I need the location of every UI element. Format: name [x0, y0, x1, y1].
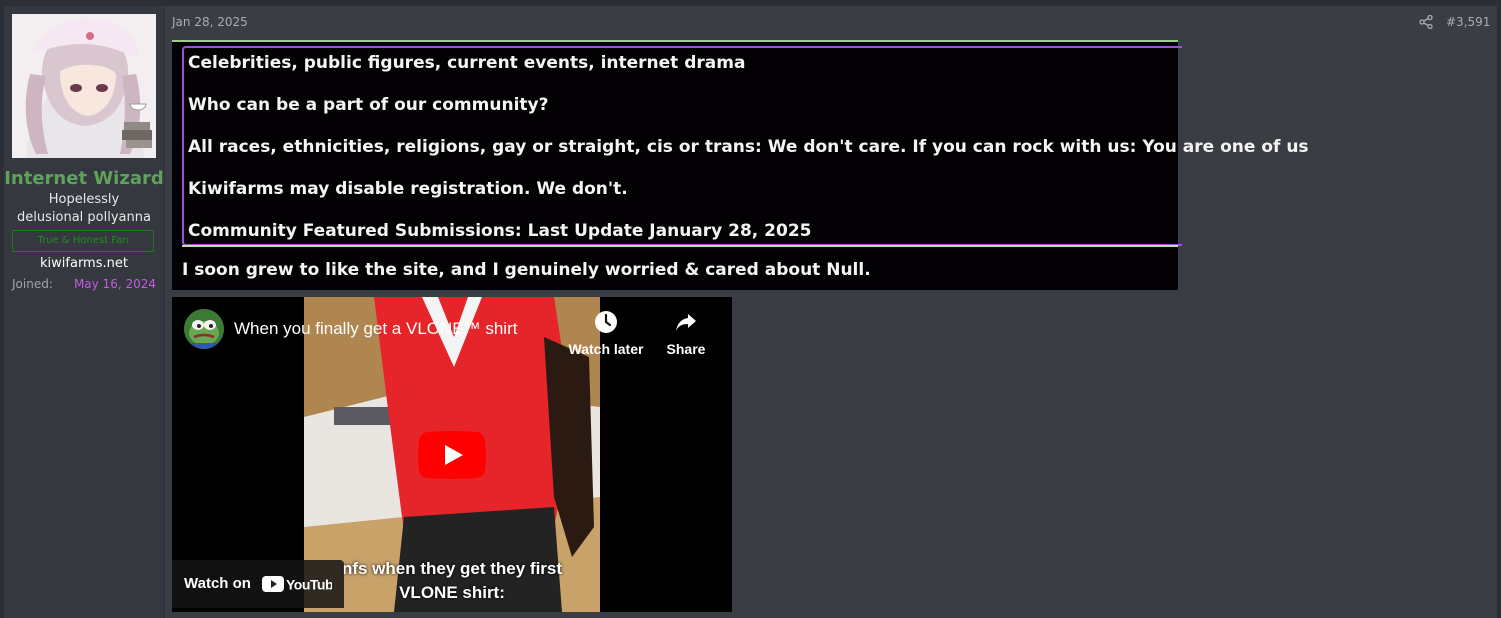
- watch-on-youtube-button[interactable]: Watch on YouTube: [172, 560, 344, 608]
- watch-later-label: Watch later: [568, 341, 644, 357]
- youtube-brand-text: YouTube: [286, 577, 332, 593]
- divider: [172, 40, 1178, 42]
- post: Internet Wizard Hopelessly delusional po…: [4, 6, 1497, 618]
- quote-line: Kiwifarms may disable registration. We d…: [188, 179, 628, 199]
- youtube-embed[interactable]: When you finally get a VLONE™ shirt Watc…: [172, 297, 732, 612]
- play-icon[interactable]: [418, 431, 486, 479]
- share-label: Share: [666, 341, 706, 357]
- user-site: kiwifarms.net: [40, 256, 128, 271]
- quote-line: Community Featured Submissions: Last Upd…: [188, 221, 812, 241]
- quote-line: I soon grew to like the site, and I genu…: [182, 260, 871, 280]
- post-number[interactable]: #3,591: [1446, 15, 1490, 29]
- divider: [182, 245, 1178, 247]
- avatar[interactable]: [12, 14, 156, 158]
- video-caption: nfs when they get they first VLONE shirt…: [332, 557, 572, 605]
- watch-on-label: Watch on: [184, 575, 251, 592]
- joined-date: May 16, 2024: [73, 277, 156, 291]
- watch-later-button[interactable]: Watch later: [566, 309, 646, 357]
- quote-line: Who can be a part of our community?: [188, 95, 549, 115]
- channel-avatar[interactable]: [184, 309, 224, 349]
- username[interactable]: Internet Wizard: [4, 168, 164, 189]
- quote-image: Celebrities, public figures, current eve…: [172, 40, 1309, 290]
- user-title: Hopelessly delusional pollyanna: [17, 192, 151, 225]
- youtube-logo-icon: YouTube: [262, 576, 332, 593]
- quote-line: Celebrities, public figures, current eve…: [188, 53, 746, 73]
- user-banner: True & Honest Fan: [12, 230, 154, 252]
- frog-icon: [184, 309, 224, 349]
- clock-icon: [595, 311, 617, 333]
- post-date[interactable]: Jan 28, 2025: [172, 15, 248, 29]
- share-arrow-icon: [676, 314, 696, 331]
- caption-line: VLONE shirt:: [399, 583, 505, 602]
- share-button[interactable]: Share: [646, 309, 726, 357]
- avatar-image: [12, 14, 156, 158]
- joined-label: Joined:: [12, 277, 53, 291]
- caption-line: nfs when they get they first: [341, 559, 563, 578]
- quote-line: All races, ethnicities, religions, gay o…: [188, 137, 1309, 157]
- user-sidebar: Internet Wizard Hopelessly delusional po…: [4, 6, 165, 618]
- share-icon[interactable]: [1419, 15, 1433, 29]
- video-title[interactable]: When you finally get a VLONE™ shirt: [234, 319, 517, 339]
